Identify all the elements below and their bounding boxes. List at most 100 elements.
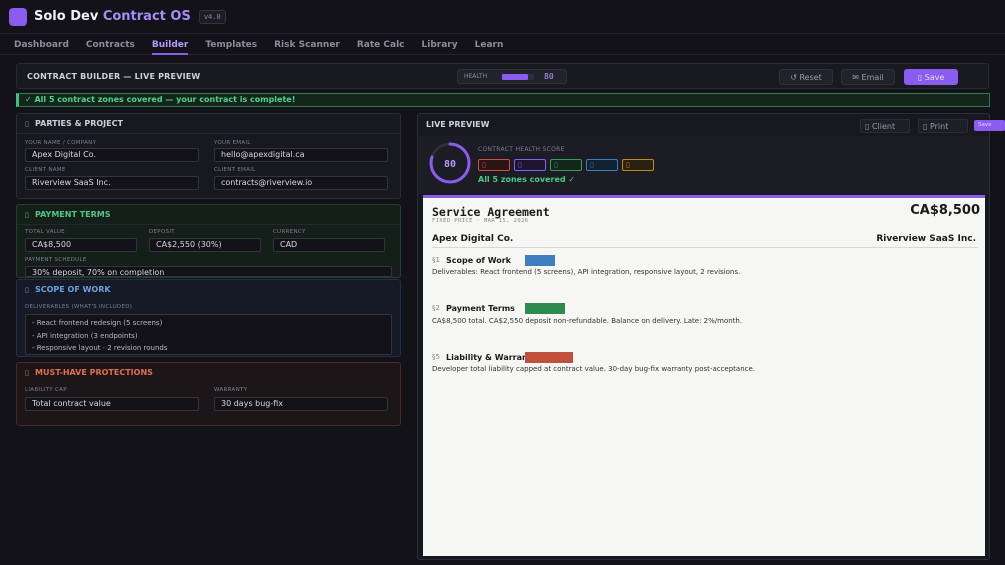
deliverable-line: - React frontend redesign (5 screens) — [32, 319, 163, 327]
health-bar — [502, 74, 534, 80]
contract-document: Service Agreement FIXED PRICE · MAR 15, … — [423, 195, 985, 556]
success-banner: ✓ All 5 contract zones covered — your co… — [16, 93, 990, 107]
payment-panel: ▯ PAYMENT TERMS TOTAL VALUE CA$8,500 DEPO… — [16, 204, 401, 278]
schedule-label: PAYMENT SCHEDULE — [25, 257, 87, 263]
document-parties: Apex Digital Co. Riverview SaaS Inc. — [432, 232, 978, 248]
document-price: CA$8,500 — [910, 203, 980, 218]
deposit-label: DEPOSIT — [149, 229, 175, 235]
live-preview-panel: LIVE PREVIEW ▯ Client ▯ Print 80 CONTRAC… — [417, 113, 990, 560]
scope-panel: ▯ SCOPE OF WORK DELIVERABLES (WHAT'S INCL… — [16, 279, 401, 357]
section-title: Liability & Warranty — [446, 353, 537, 362]
health-score-row: 80 CONTRACT HEALTH SCORE ▯ ▯ ▯ ▯ ▯ All 5 zon… — [418, 136, 989, 194]
tab-dashboard[interactable]: Dashboard — [14, 35, 69, 54]
brand-title: Solo Dev Contract OS — [34, 9, 191, 24]
section-number: §2 — [432, 304, 440, 312]
client-email-field[interactable]: contracts@riverview.io — [214, 176, 388, 190]
party-provider: Apex Digital Co. — [432, 234, 514, 244]
tab-library[interactable]: Library — [422, 35, 458, 54]
client-email-label: CLIENT EMAIL — [214, 167, 256, 173]
zone-chip: ▯ — [478, 159, 510, 171]
schedule-field[interactable]: 30% deposit, 70% on completion — [25, 266, 392, 277]
payment-header: ▯ PAYMENT TERMS — [17, 205, 400, 225]
deliverables-label: DELIVERABLES (WHAT'S INCLUDED) — [25, 304, 133, 310]
brand-prefix: Solo Dev — [34, 9, 99, 24]
deliverable-line: - API integration (3 endpoints) — [32, 331, 138, 340]
health-score-value: 80 — [444, 159, 456, 170]
zones-covered-text: All 5 zones covered ✓ — [478, 175, 576, 184]
currency-label: CURRENCY — [273, 229, 306, 235]
your-email-label: YOUR EMAIL — [214, 140, 251, 146]
tab-learn[interactable]: Learn — [475, 35, 504, 54]
section-title: Scope of Work — [446, 256, 511, 265]
users-icon: ▯ — [25, 120, 29, 128]
tab-templates[interactable]: Templates — [205, 35, 257, 54]
health-bar-fill — [502, 74, 528, 80]
section-zone-marker — [525, 352, 573, 363]
section-body: Developer total liability capped at cont… — [432, 365, 756, 373]
party-client: Riverview SaaS Inc. — [876, 234, 976, 244]
zone-chip: ▯ — [586, 159, 618, 171]
currency-select[interactable]: CAD — [273, 238, 385, 252]
scope-header-label: SCOPE OF WORK — [35, 285, 111, 294]
builder-title: CONTRACT BUILDER — LIVE PREVIEW — [27, 71, 201, 81]
parties-header: ▯ PARTIES & PROJECT — [17, 114, 400, 134]
health-score-ring: 80 — [429, 142, 471, 184]
save-button[interactable]: ▯ Save — [904, 69, 958, 85]
document-subtitle: FIXED PRICE · MAR 15, 2026 — [432, 218, 529, 224]
version-badge: v4.0 — [198, 9, 226, 24]
protections-header-label: MUST-HAVE PROTECTIONS — [35, 368, 153, 377]
liability-field[interactable]: Total contract value — [25, 397, 199, 411]
liability-label: LIABILITY CAP — [25, 387, 67, 393]
zone-chip: ▯ — [622, 159, 654, 171]
deliverable-line: - Responsive layout · 2 revision rounds — [32, 344, 168, 352]
parties-header-label: PARTIES & PROJECT — [35, 119, 123, 128]
parties-panel: ▯ PARTIES & PROJECT YOUR NAME / COMPANY A… — [16, 113, 401, 199]
client-name-label: CLIENT NAME — [25, 167, 66, 173]
deliverables-textarea[interactable]: - React frontend redesign (5 screens) - … — [25, 314, 392, 355]
clipboard-icon: ▯ — [25, 286, 29, 294]
protections-panel: ▯ MUST-HAVE PROTECTIONS LIABILITY CAP Tot… — [16, 362, 401, 426]
your-name-field[interactable]: Apex Digital Co. — [25, 148, 199, 162]
zone-chip: ▯ — [514, 159, 546, 171]
app-header: Solo Dev Contract OS v4.0 — [0, 0, 1005, 34]
app-logo-icon — [9, 7, 27, 26]
section-zone-marker — [525, 303, 565, 314]
tab-contracts[interactable]: Contracts — [86, 35, 135, 54]
builder-toolbar: CONTRACT BUILDER — LIVE PREVIEW HEALTH 8… — [16, 63, 989, 89]
section-number: §1 — [432, 256, 440, 264]
reset-button[interactable]: ↺ Reset — [779, 69, 833, 85]
scope-header: ▯ SCOPE OF WORK — [17, 280, 400, 300]
client-name-field[interactable]: Riverview SaaS Inc. — [25, 176, 199, 190]
client-view-button[interactable]: ▯ Client — [860, 119, 910, 133]
warranty-field[interactable]: 30 days bug-fix — [214, 397, 388, 411]
section-body: CA$8,500 total. CA$2,550 deposit non-ref… — [432, 317, 743, 325]
health-value: 80 — [544, 72, 554, 81]
shield-icon: ▯ — [25, 369, 29, 377]
health-score-label: CONTRACT HEALTH SCORE — [478, 146, 565, 153]
main-nav: Dashboard Contracts Builder Templates Ri… — [0, 35, 1005, 55]
section-zone-marker — [525, 255, 555, 266]
tab-builder[interactable]: Builder — [151, 35, 189, 55]
total-value-field[interactable]: CA$8,500 — [25, 238, 137, 252]
deposit-field[interactable]: CA$2,550 (30%) — [149, 238, 261, 252]
payment-header-label: PAYMENT TERMS — [35, 210, 111, 219]
your-name-label: YOUR NAME / COMPANY — [25, 140, 97, 146]
total-value-label: TOTAL VALUE — [25, 229, 65, 235]
floating-save-tag[interactable]: Save — [974, 120, 1005, 131]
health-label: HEALTH — [464, 73, 488, 80]
your-email-field[interactable]: hello@apexdigital.ca — [214, 148, 388, 162]
section-number: §5 — [432, 353, 440, 361]
document-title: Service Agreement — [432, 205, 550, 219]
print-button[interactable]: ▯ Print — [918, 119, 968, 133]
protections-header: ▯ MUST-HAVE PROTECTIONS — [17, 363, 400, 383]
section-body: Deliverables: React frontend (5 screens)… — [432, 268, 741, 276]
dollar-icon: ▯ — [25, 211, 29, 219]
warranty-label: WARRANTY — [214, 387, 248, 393]
tab-rate-calc[interactable]: Rate Calc — [357, 35, 405, 54]
brand-accent: Contract OS — [102, 9, 191, 24]
health-meter: HEALTH 80 — [457, 69, 567, 84]
section-title: Payment Terms — [446, 304, 515, 313]
zone-chip: ▯ — [550, 159, 582, 171]
email-button[interactable]: ✉ Email — [841, 69, 895, 85]
tab-risk-scanner[interactable]: Risk Scanner — [274, 35, 340, 54]
